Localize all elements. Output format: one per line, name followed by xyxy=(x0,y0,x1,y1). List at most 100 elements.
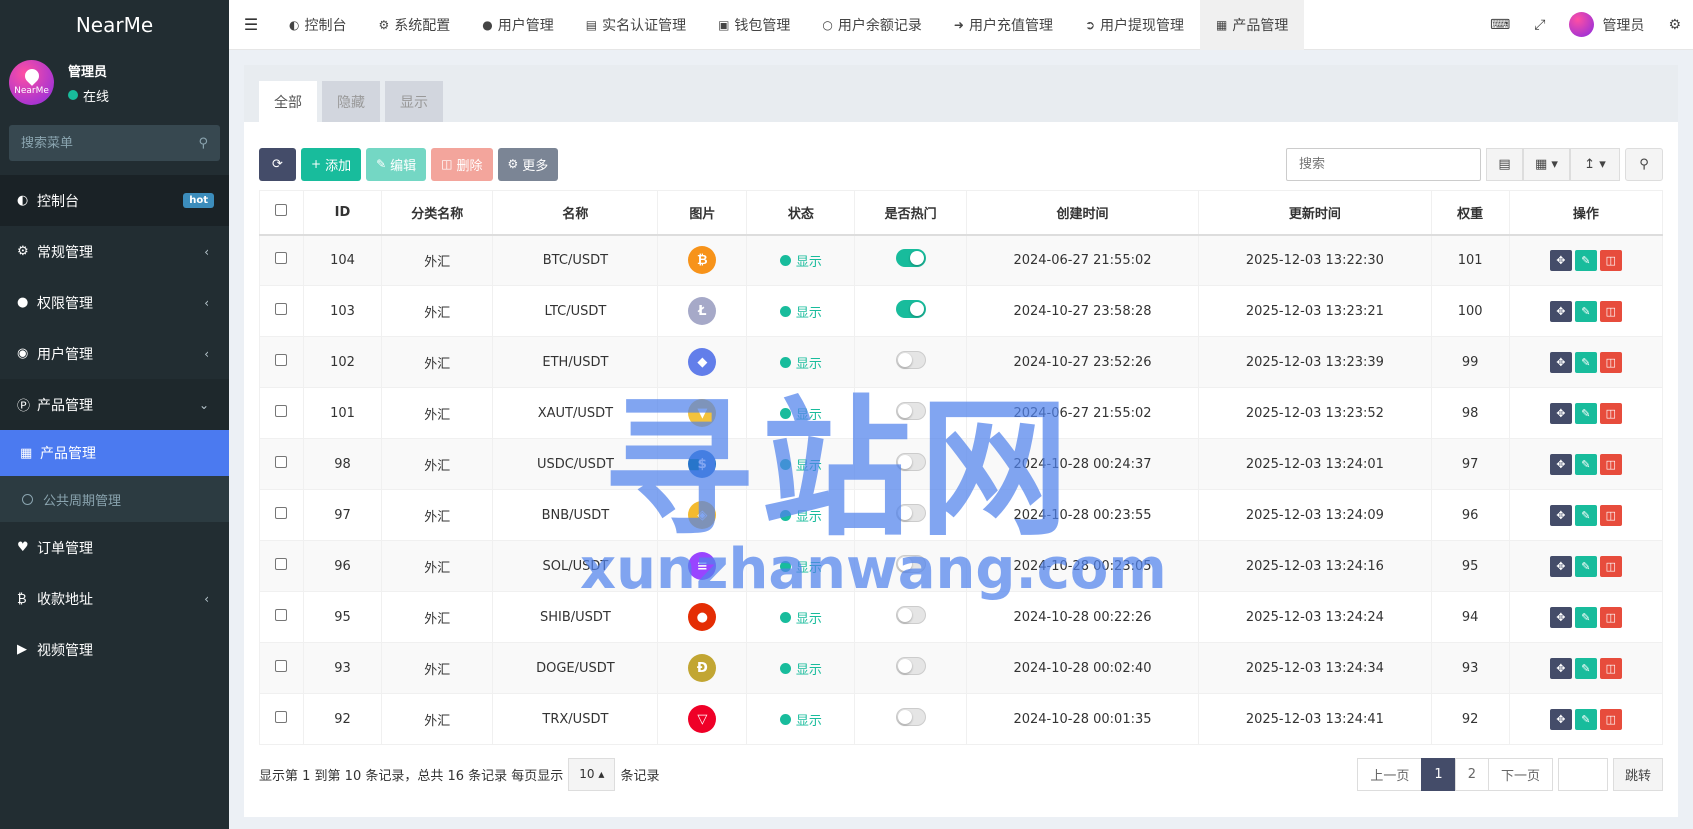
doge-icon[interactable]: Ð xyxy=(688,654,717,682)
hot-toggle[interactable] xyxy=(895,708,926,726)
tab-user-manage[interactable]: ● 用户管理 xyxy=(466,0,569,50)
column-header[interactable]: 名称 xyxy=(492,190,659,236)
sidebar-item-products[interactable]: Ⓟ 产品管理 ⌄ xyxy=(0,379,229,430)
tab-system-config[interactable]: ⚙ 系统配置 xyxy=(362,0,466,50)
page-button-1[interactable]: 1 xyxy=(1421,757,1456,791)
row-delete-button[interactable]: ◫ xyxy=(1599,249,1622,271)
hot-toggle[interactable] xyxy=(895,555,926,573)
select-all-checkbox[interactable] xyxy=(275,204,288,217)
row-checkbox[interactable] xyxy=(275,303,288,315)
row-checkbox[interactable] xyxy=(275,558,288,570)
row-edit-button[interactable]: ✎ xyxy=(1574,402,1597,424)
jump-button[interactable]: 跳转 xyxy=(1612,757,1663,791)
drag-sort-button[interactable]: ✥ xyxy=(1549,504,1572,526)
row-edit-button[interactable]: ✎ xyxy=(1574,351,1597,373)
tron-icon[interactable]: ▽ xyxy=(688,705,717,733)
row-delete-button[interactable]: ◫ xyxy=(1599,504,1622,526)
litecoin-icon[interactable]: Ł xyxy=(688,297,717,325)
row-edit-button[interactable]: ✎ xyxy=(1574,657,1597,679)
filter-tab-visible[interactable]: 显示 xyxy=(385,81,443,122)
row-delete-button[interactable]: ◫ xyxy=(1599,708,1622,730)
drag-sort-button[interactable]: ✥ xyxy=(1549,249,1572,271)
table-search-input[interactable] xyxy=(1286,147,1481,181)
gold-icon[interactable]: ▼ xyxy=(688,399,717,427)
row-checkbox[interactable] xyxy=(275,711,288,723)
bnb-icon[interactable]: ◈ xyxy=(688,501,717,529)
delete-button[interactable]: ◫ 删除 xyxy=(431,147,493,181)
menu-toggle-icon[interactable]: ☰ xyxy=(229,15,273,34)
edit-button[interactable]: ✎ 编辑 xyxy=(366,147,427,181)
table-row[interactable]: 96 外汇 SOL/USDT ≡ 显示 2024-10-28 00:23:05 2025-1… xyxy=(259,540,1664,592)
drag-sort-button[interactable]: ✥ xyxy=(1549,555,1572,577)
hot-toggle[interactable] xyxy=(895,351,926,369)
toggle-view-button[interactable]: ▤ xyxy=(1486,147,1523,181)
drag-sort-button[interactable]: ✥ xyxy=(1549,300,1572,322)
row-edit-button[interactable]: ✎ xyxy=(1574,708,1597,730)
sidebar-search-input[interactable] xyxy=(21,135,181,151)
row-delete-button[interactable]: ◫ xyxy=(1599,606,1622,628)
hot-toggle[interactable] xyxy=(895,606,926,624)
row-checkbox[interactable] xyxy=(275,405,288,417)
row-delete-button[interactable]: ◫ xyxy=(1599,402,1622,424)
column-header[interactable]: 分类名称 xyxy=(381,190,494,236)
page-jump-input[interactable] xyxy=(1557,757,1608,791)
usdc-icon[interactable]: $ xyxy=(688,450,717,478)
row-edit-button[interactable]: ✎ xyxy=(1574,453,1597,475)
refresh-button[interactable]: ⟳ xyxy=(259,147,296,181)
search-button[interactable]: ⚲ xyxy=(1625,147,1663,181)
column-header[interactable]: 创建时间 xyxy=(965,190,1200,236)
table-row[interactable]: 95 外汇 SHIB/USDT ● 显示 2024-10-28 00:22:26 2025-… xyxy=(259,591,1664,643)
hot-toggle[interactable] xyxy=(895,657,926,675)
table-row[interactable]: 104 外汇 BTC/USDT ₿ 显示 2024-06-27 21:55:02 2025-… xyxy=(259,234,1664,286)
row-edit-button[interactable]: ✎ xyxy=(1574,606,1597,628)
column-header[interactable]: 状态 xyxy=(746,190,856,236)
sidebar-item-users[interactable]: ◉ 用户管理 ‹ xyxy=(0,328,229,379)
sidebar-subitem-product-manage[interactable]: ▦ 产品管理 xyxy=(0,430,229,476)
prev-page-button[interactable]: 上一页 xyxy=(1357,757,1423,791)
sidebar-item-videos[interactable]: ▶ 视频管理 xyxy=(0,624,229,675)
drag-sort-button[interactable]: ✥ xyxy=(1549,453,1572,475)
drag-sort-button[interactable]: ✥ xyxy=(1549,351,1572,373)
fullscreen-icon[interactable]: ⤢ xyxy=(1522,17,1557,33)
row-edit-button[interactable]: ✎ xyxy=(1574,555,1597,577)
shiba-icon[interactable]: ● xyxy=(688,603,717,631)
table-row[interactable]: 98 外汇 USDC/USDT $ 显示 2024-10-28 00:24:37 2025-… xyxy=(259,438,1664,490)
sidebar-item-orders[interactable]: ♥ 订单管理 xyxy=(0,522,229,573)
row-checkbox[interactable] xyxy=(275,660,288,672)
row-delete-button[interactable]: ◫ xyxy=(1599,555,1622,577)
hot-toggle[interactable] xyxy=(895,300,926,318)
row-delete-button[interactable]: ◫ xyxy=(1599,351,1622,373)
drag-sort-button[interactable]: ✥ xyxy=(1549,708,1572,730)
tab-recharge[interactable]: ➜ 用户充值管理 xyxy=(938,0,1069,50)
admin-menu[interactable]: 管理员 xyxy=(1557,12,1656,37)
sidebar-item-general[interactable]: ⚙ 常规管理 ‹ xyxy=(0,226,229,277)
row-delete-button[interactable]: ◫ xyxy=(1599,300,1622,322)
tab-dashboard[interactable]: ◐ 控制台 xyxy=(273,0,362,50)
tab-wallet[interactable]: ▣ 钱包管理 xyxy=(702,0,806,50)
column-header[interactable]: 更新时间 xyxy=(1198,190,1432,236)
drag-sort-button[interactable]: ✥ xyxy=(1549,402,1572,424)
row-checkbox[interactable] xyxy=(275,609,288,621)
table-row[interactable]: 92 外汇 TRX/USDT ▽ 显示 2024-10-28 00:01:35 2025-1… xyxy=(259,693,1664,745)
filter-tab-all[interactable]: 全部 xyxy=(259,81,317,122)
solana-icon[interactable]: ≡ xyxy=(688,552,717,580)
row-edit-button[interactable]: ✎ xyxy=(1574,249,1597,271)
tab-product-manage[interactable]: ▦ 产品管理 xyxy=(1200,0,1305,50)
column-header[interactable]: 是否热门 xyxy=(854,190,967,236)
row-checkbox[interactable] xyxy=(275,354,288,366)
language-icon[interactable]: ⌨ xyxy=(1478,17,1522,33)
row-checkbox[interactable] xyxy=(275,507,288,519)
row-edit-button[interactable]: ✎ xyxy=(1574,504,1597,526)
column-header[interactable]: ID xyxy=(302,190,383,236)
bitcoin-icon[interactable]: ₿ xyxy=(688,246,717,275)
add-button[interactable]: + 添加 xyxy=(301,147,362,181)
search-icon[interactable]: ⚲ xyxy=(198,136,208,151)
tab-realname-auth[interactable]: ▤ 实名认证管理 xyxy=(570,0,702,50)
row-checkbox[interactable] xyxy=(275,456,288,468)
hot-toggle[interactable] xyxy=(895,402,926,420)
hot-toggle[interactable] xyxy=(895,504,926,522)
filter-tab-hidden[interactable]: 隐藏 xyxy=(322,81,380,122)
next-page-button[interactable]: 下一页 xyxy=(1487,757,1553,791)
page-size-select[interactable]: 10 ▴ xyxy=(568,757,616,791)
table-row[interactable]: 102 外汇 ETH/USDT ◆ 显示 2024-10-27 23:52:26 2025-… xyxy=(259,336,1664,388)
